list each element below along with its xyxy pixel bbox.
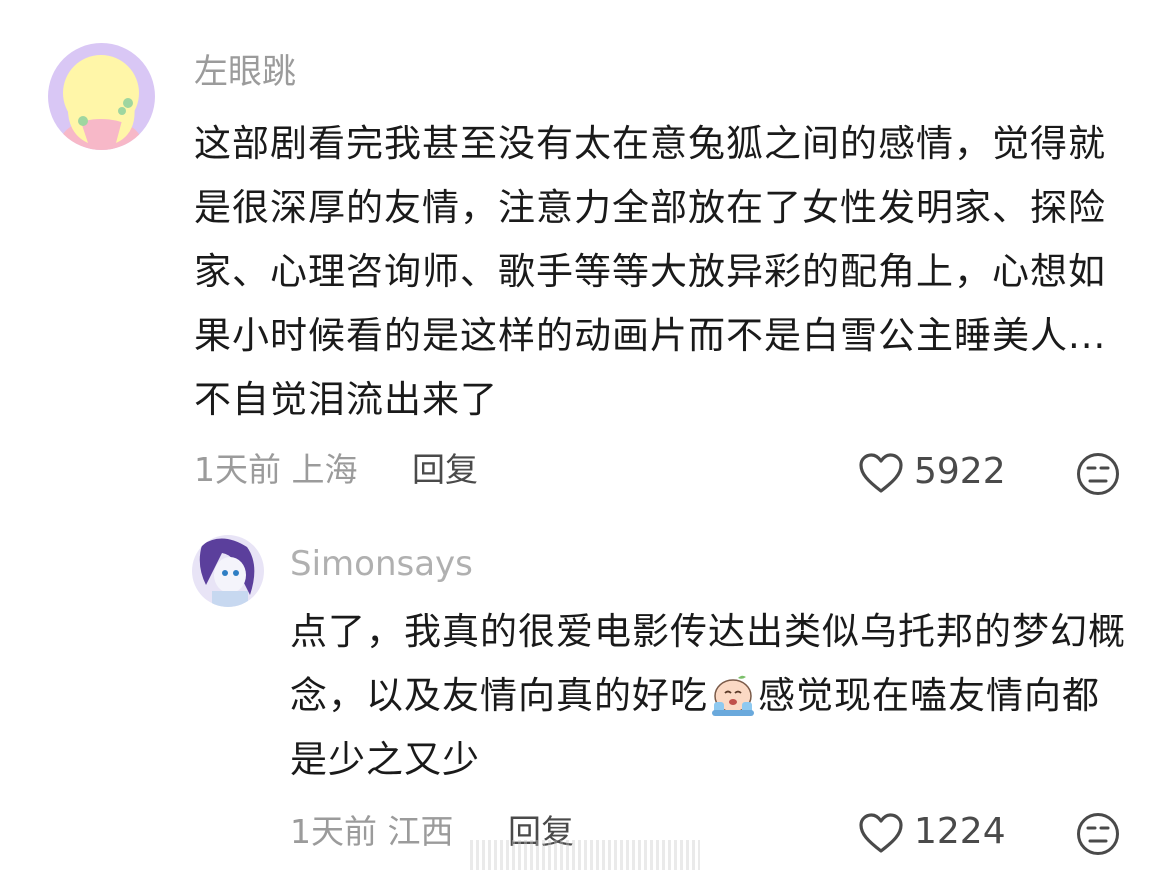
user-avatar[interactable] [48, 43, 155, 150]
comment-location: 上海 [291, 450, 358, 489]
user-avatar[interactable] [192, 535, 264, 607]
cartoon-girl-avatar-icon [48, 43, 155, 150]
like-count: 5922 [914, 451, 1006, 492]
crying-face-emoji-icon [712, 675, 754, 716]
comment-time: 1天前 [194, 450, 281, 489]
comment-meta: 1天前 上海 [194, 448, 358, 492]
comment-item: 左眼跳 这部剧看完我甚至没有太在意兔狐之间的感情，觉得就是很深厚的友情，注意力全… [0, 0, 1170, 520]
pony-girl-avatar-icon [192, 535, 264, 607]
heart-outline-icon[interactable] [858, 452, 904, 494]
comment-time: 1天前 [290, 812, 377, 851]
neutral-face-icon[interactable] [1076, 452, 1120, 496]
like-count: 1224 [914, 811, 1006, 852]
comment-location: 江西 [387, 812, 454, 851]
reply-button[interactable]: 回复 [412, 448, 478, 492]
reply-item: Simonsays 点了，我真的很爱电影传达出类似乌托邦的梦幻概念，以及友情向真… [0, 520, 1170, 887]
username[interactable]: 左眼跳 [194, 50, 296, 94]
comment-text: 点了，我真的很爱电影传达出类似乌托邦的梦幻概念，以及友情向真的好吃 感觉现在嗑友… [290, 600, 1130, 792]
heart-outline-icon[interactable] [858, 812, 904, 854]
neutral-face-icon[interactable] [1076, 812, 1120, 856]
username[interactable]: Simonsays [290, 542, 473, 586]
watermark-overlay [470, 840, 700, 870]
comment-text: 这部剧看完我甚至没有太在意兔狐之间的感情，觉得就是很深厚的友情，注意力全部放在了… [194, 122, 1107, 421]
comment-meta: 1天前 江西 [290, 810, 454, 854]
